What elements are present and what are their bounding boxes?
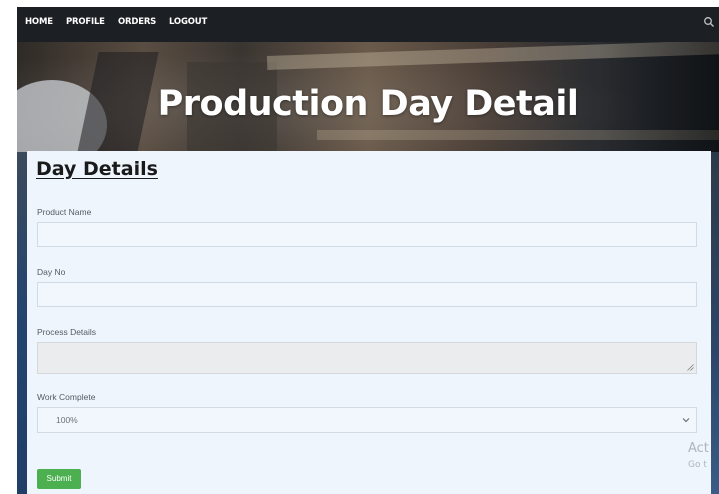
activation-watermark-line1: Act [688, 441, 709, 456]
work-complete-selected-value: 100% [56, 415, 78, 425]
process-details-textarea[interactable] [37, 342, 697, 374]
product-name-label: Product Name [37, 207, 92, 217]
hero-banner: Production Day Detail [17, 42, 719, 152]
product-name-input[interactable] [37, 222, 697, 247]
work-complete-select[interactable]: 100% [37, 407, 697, 433]
nav-logout-link[interactable]: LOGOUT [169, 15, 207, 29]
search-icon[interactable] [703, 16, 715, 28]
work-complete-label: Work Complete [37, 392, 96, 402]
chevron-down-icon [682, 418, 690, 423]
submit-button[interactable]: Submit [37, 469, 81, 489]
resize-grip-icon[interactable] [687, 364, 694, 371]
section-title: Day Details [36, 158, 158, 180]
activation-watermark-line2: Go t [688, 460, 707, 470]
day-no-label: Day No [37, 267, 66, 277]
process-details-label: Process Details [37, 327, 97, 337]
day-no-input[interactable] [37, 282, 697, 307]
top-navbar: HOME PROFILE ORDERS LOGOUT [17, 7, 719, 42]
nav-orders-link[interactable]: ORDERS [118, 15, 156, 29]
page-title: Production Day Detail [157, 84, 579, 124]
nav-profile-link[interactable]: PROFILE [66, 15, 105, 29]
day-details-form: Day Details Product Name Day No Process … [27, 151, 711, 494]
nav-home-link[interactable]: HOME [25, 15, 53, 29]
app-viewport: HOME PROFILE ORDERS LOGOUT Production Da… [17, 7, 719, 494]
